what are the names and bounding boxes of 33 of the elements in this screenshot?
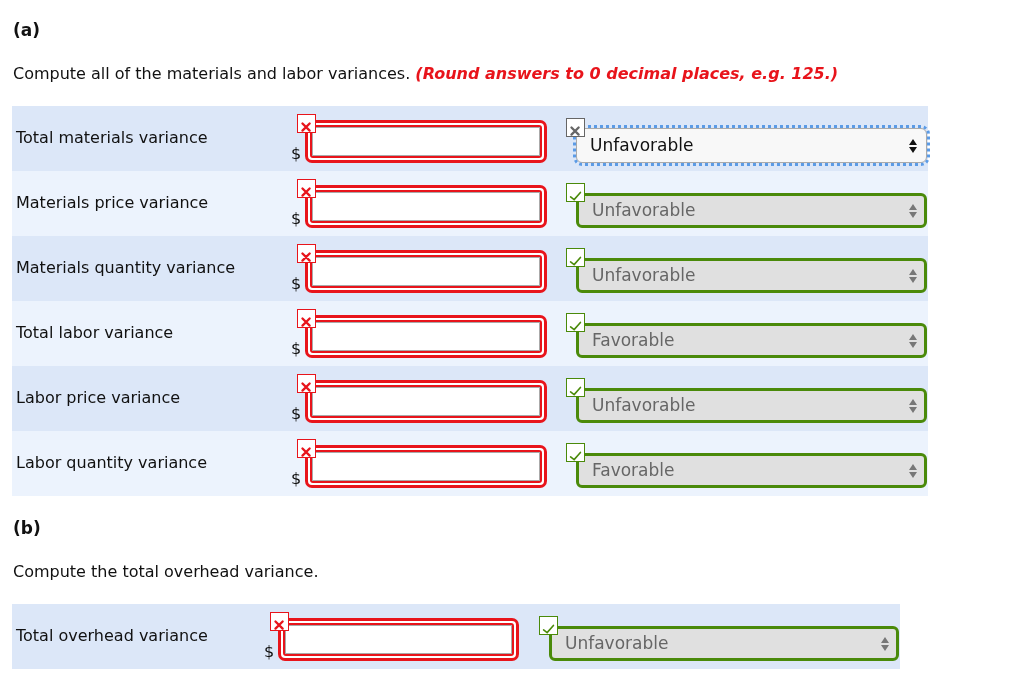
currency-symbol: $ xyxy=(291,210,303,230)
updown-arrows-icon xyxy=(909,334,917,348)
updown-arrows-icon xyxy=(909,204,917,218)
row-label: Total materials variance xyxy=(15,127,209,149)
section-heading: (a) xyxy=(13,20,41,40)
updown-arrows-icon xyxy=(909,399,917,413)
instruction-text: Compute the total overhead variance. xyxy=(13,562,320,582)
updown-arrows-icon xyxy=(909,269,917,283)
row-label: Labor price variance xyxy=(15,387,182,409)
row-label: Labor quantity variance xyxy=(15,452,208,474)
updown-arrows-icon xyxy=(909,464,917,478)
row-label: Total labor variance xyxy=(15,322,175,344)
updown-arrows-icon xyxy=(909,139,917,153)
currency-symbol: $ xyxy=(291,405,303,425)
amount-field[interactable] xyxy=(305,315,547,358)
updown-arrows-icon xyxy=(881,637,889,651)
row-label: Materials quantity variance xyxy=(15,257,237,279)
amount-field[interactable] xyxy=(305,445,547,488)
amount-field[interactable] xyxy=(305,185,547,228)
currency-symbol: $ xyxy=(291,340,303,360)
currency-symbol: $ xyxy=(291,470,303,490)
instruction-text: Compute all of the materials and labor variances. (Round answers to 0 decimal places, e.g. 125.) xyxy=(13,64,840,84)
section-heading: (b) xyxy=(13,518,42,538)
amount-field[interactable] xyxy=(305,250,547,293)
currency-symbol: $ xyxy=(264,643,276,663)
amount-field[interactable] xyxy=(305,380,547,423)
amount-field[interactable] xyxy=(278,618,519,661)
amount-field[interactable] xyxy=(305,120,547,163)
row-label: Materials price variance xyxy=(15,192,210,214)
dropdown[interactable]: Unfavorable xyxy=(576,128,927,163)
currency-symbol: $ xyxy=(291,275,303,295)
currency-symbol: $ xyxy=(291,145,303,165)
row-label: Total overhead variance xyxy=(15,625,209,647)
